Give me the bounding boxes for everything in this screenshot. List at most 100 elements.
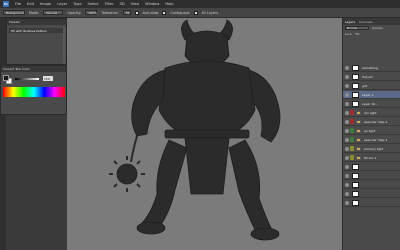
layer-name: line art [362,74,373,79]
fill-source-select[interactable]: Background [3,10,25,15]
foreground-color-swatch[interactable] [3,75,9,81]
menu-layer[interactable]: Layer [57,2,67,6]
folder-icon[interactable] [356,155,361,160]
menu-image[interactable]: Image [40,2,51,6]
group-color-tag [350,146,354,151]
blend-mode-select[interactable]: Normal [345,26,369,30]
layer-name: Layer 10... [362,101,378,106]
visibility-eye-icon[interactable] [345,155,349,160]
folder-icon[interactable] [356,137,361,142]
color-panel: Current Tool Color 100 [0,65,67,115]
color-panel-tab[interactable]: Current Tool Color [1,66,66,72]
photoshop-logo: Ps [3,1,9,7]
visibility-eye-icon[interactable] [345,128,349,133]
tolerance-input[interactable]: 32 [122,10,131,15]
menu-bar: Ps File Edit Image Layer Type Select Fil… [0,0,400,8]
layer-group-row[interactable]: rim light [343,109,400,117]
menu-filter[interactable]: Filter [105,2,114,6]
menu-help[interactable]: Help [165,2,173,6]
visibility-eye-icon[interactable] [345,137,349,142]
presets-tab[interactable]: Presets [7,19,66,25]
layer-row[interactable] [343,190,400,198]
contiguous-checkbox[interactable] [162,10,167,15]
layer-row[interactable]: line art [343,73,400,81]
layer-row[interactable]: something [343,64,400,72]
color-slider[interactable] [15,78,39,80]
group-color-tag [350,137,354,142]
mode-select[interactable]: Normal [43,10,64,15]
layer-row[interactable]: Layer 1 [343,91,400,99]
opacity-input[interactable]: 100% [85,10,98,15]
layer-thumbnail [352,100,359,107]
creature-illustration [109,19,281,241]
folder-icon[interactable] [356,119,361,124]
layer-group-row[interactable]: primary light [343,145,400,153]
folder-icon[interactable] [356,110,361,115]
flail-ball [116,163,138,185]
layer-name: specular map 1 [364,137,388,142]
layer-thumbnail [352,91,359,98]
visibility-eye-icon[interactable] [345,173,349,178]
layer-thumbnail [352,172,359,179]
layer-row[interactable]: Layer 10... [343,100,400,108]
layer-row[interactable] [343,163,400,171]
preset-item[interactable]: Fill with Bubbles Pattern [9,28,64,33]
antialias-label: Anti-alias [142,10,159,15]
layer-row[interactable] [343,181,400,189]
layer-group-row[interactable]: specular map 1 [343,118,400,126]
visibility-eye-icon[interactable] [345,146,349,151]
layer-group-row[interactable]: fill out 1 [343,154,400,162]
layer-thumbnail [352,163,359,170]
folder-icon[interactable] [356,146,361,151]
flail-chain [130,135,138,163]
tolerance-label: Tolerance: [101,10,119,15]
group-color-tag [350,119,354,124]
visibility-eye-icon[interactable] [345,101,349,106]
menu-type[interactable]: Type [73,2,81,6]
menu-edit[interactable]: Edit [27,2,34,6]
visibility-eye-icon[interactable] [345,74,349,79]
folder-icon[interactable] [356,128,361,133]
menu-3d[interactable]: 3D [120,2,125,6]
all-layers-checkbox[interactable] [193,10,198,15]
layer-row[interactable] [343,172,400,180]
color-spectrum[interactable] [3,87,65,97]
menu-select[interactable]: Select [88,2,99,6]
group-color-tag [350,110,354,115]
layer-group-row[interactable]: specular map 1 [343,136,400,144]
visibility-eye-icon[interactable] [345,164,349,169]
layer-group-row[interactable]: ao light [343,127,400,135]
visibility-eye-icon[interactable] [345,191,349,196]
all-layers-label: All Layers [201,10,219,15]
visibility-eye-icon[interactable] [345,182,349,187]
visibility-eye-icon[interactable] [345,83,349,88]
color-slider-value[interactable]: 100 [43,76,53,81]
layer-thumbnail [352,73,359,80]
visibility-eye-icon[interactable] [345,65,349,70]
visibility-eye-icon[interactable] [345,110,349,115]
mode-label: Mode: [29,10,40,15]
layer-thumbnail [352,181,359,188]
presets-scrollbar[interactable] [63,27,65,63]
tab-channels[interactable]: Channels [359,20,373,24]
contiguous-label: Contiguous [170,10,190,15]
layer-name: Layer 1 [362,92,374,97]
menu-window[interactable]: Window [145,2,159,6]
group-color-tag [350,128,354,133]
tab-layers[interactable]: Layers [345,20,355,24]
visibility-eye-icon[interactable] [345,92,349,97]
creature-right-foot [250,227,280,241]
layer-name: fill out 1 [364,155,377,160]
tool-options-bar: Background Mode: Normal Opacity: 100% To… [0,8,400,18]
visibility-eye-icon[interactable] [345,200,349,205]
creature-left-foot [136,221,166,235]
visibility-eye-icon[interactable] [345,119,349,124]
layer-name: grit [362,83,368,88]
layer-row[interactable] [343,199,400,207]
menu-view[interactable]: View [131,2,140,6]
layer-thumbnail [352,64,359,71]
layer-row[interactable]: grit [343,82,400,90]
antialias-checkbox[interactable] [134,10,139,15]
menu-file[interactable]: File [15,2,21,6]
document-canvas[interactable] [67,18,342,250]
